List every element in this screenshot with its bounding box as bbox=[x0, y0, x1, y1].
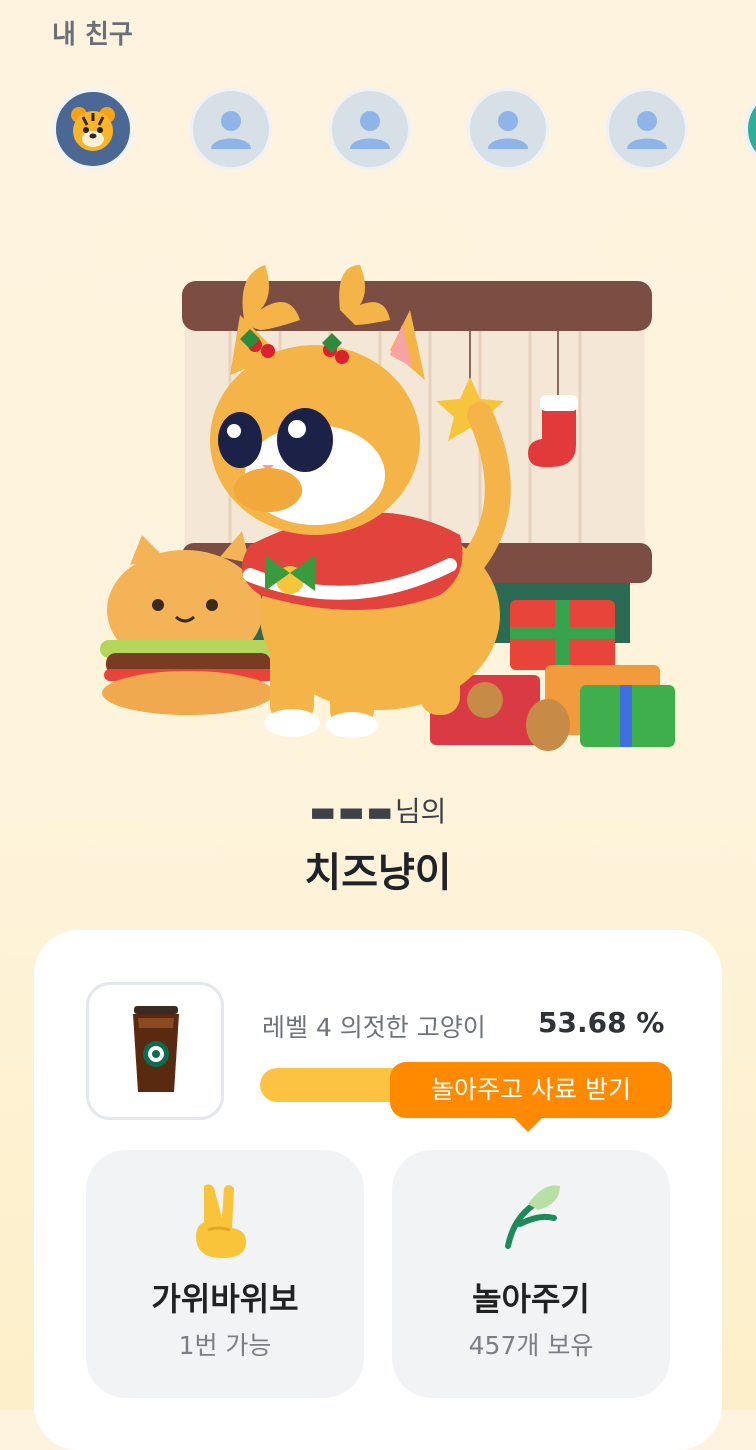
friend-avatar-partial[interactable] bbox=[744, 88, 756, 170]
level-label: 레벨 4 의젓한 고양이 bbox=[262, 1013, 486, 1042]
pet-name: 치즈냥이 bbox=[304, 850, 452, 896]
person-icon bbox=[350, 111, 390, 149]
person-icon bbox=[627, 111, 667, 149]
friend-avatar[interactable] bbox=[190, 88, 272, 170]
rock-paper-scissors-title: 가위바위보 bbox=[151, 1280, 299, 1318]
section-title-my-friends: 내 친구 bbox=[52, 20, 133, 50]
tiger-icon bbox=[71, 107, 115, 151]
play-button[interactable]: 놀아주기 457개 보유 bbox=[392, 1150, 670, 1398]
play-count: 457개 보유 bbox=[468, 1331, 594, 1360]
owner-suffix: 님의 bbox=[394, 795, 447, 828]
iced-coffee-icon bbox=[133, 1006, 179, 1092]
play-title: 놀아주기 bbox=[472, 1280, 590, 1318]
play-feed-tooltip[interactable]: 놀아주고 사료 받기 bbox=[390, 1062, 672, 1132]
friend-list[interactable] bbox=[0, 88, 756, 223]
friend-avatar[interactable] bbox=[467, 88, 549, 170]
victory-hand-icon bbox=[196, 1184, 246, 1258]
owner-caption: ▬▬▬님의 bbox=[0, 790, 756, 830]
level-percent: 53.68 % bbox=[538, 1006, 665, 1039]
owner-name-redacted: ▬▬▬ bbox=[309, 795, 395, 828]
friend-avatar-tiger[interactable] bbox=[52, 88, 134, 170]
leaf-toy-icon bbox=[505, 1185, 560, 1249]
pet-illustration bbox=[100, 265, 675, 751]
rock-paper-scissors-button[interactable]: 가위바위보 1번 가능 bbox=[86, 1150, 364, 1398]
friend-avatar[interactable] bbox=[329, 88, 411, 170]
rock-paper-scissors-count: 1번 가능 bbox=[178, 1331, 272, 1360]
friend-avatar[interactable] bbox=[606, 88, 688, 170]
pet-status-card: 레벨 4 의젓한 고양이 53.68 % 놀아주고 사료 받기 가위바위보 1번… bbox=[34, 930, 722, 1450]
person-icon bbox=[211, 111, 251, 149]
person-icon bbox=[488, 111, 528, 149]
item-slot[interactable] bbox=[86, 982, 224, 1120]
